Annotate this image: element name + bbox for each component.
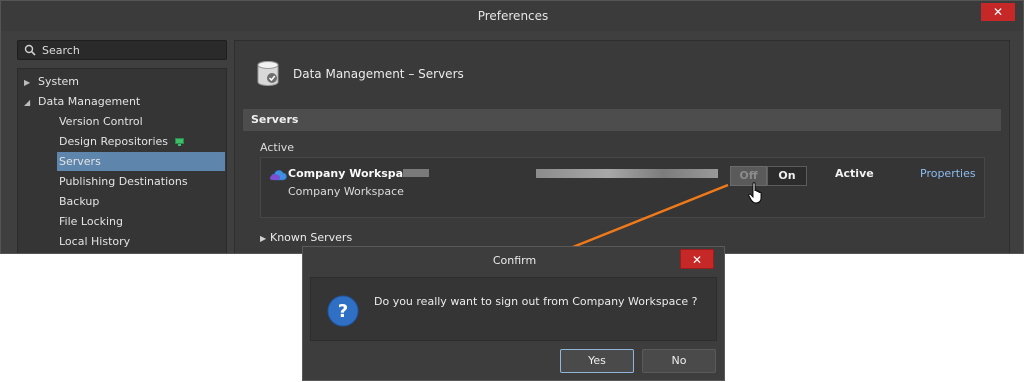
- collapse-arrow-icon[interactable]: ◢: [24, 93, 38, 112]
- sign-in-toggle-on[interactable]: On: [767, 166, 807, 186]
- tree-item-label: File Locking: [59, 215, 123, 228]
- preferences-window: Preferences ✕ Search ▶ System ◢ Data Manag…: [0, 0, 1024, 254]
- tree-item-backup[interactable]: Backup: [59, 192, 99, 211]
- expand-arrow-icon[interactable]: ▶: [24, 73, 38, 92]
- tree-item-label: Servers: [59, 155, 101, 168]
- dialog-message: Do you really want to sign out from Comp…: [374, 295, 698, 308]
- server-name: Company Workspace: [288, 167, 418, 180]
- tree-item-file-locking[interactable]: File Locking: [59, 212, 123, 231]
- settings-content-panel: Data Management – Servers Servers Active…: [234, 40, 1010, 253]
- known-servers-toggle[interactable]: ▶ Known Servers: [260, 231, 352, 244]
- tree-item-label: Local History: [59, 235, 131, 248]
- dialog-close-button[interactable]: ✕: [680, 249, 714, 269]
- window-close-button[interactable]: ✕: [981, 3, 1015, 21]
- server-entry: Company Workspace Company Workspace Off …: [260, 157, 985, 218]
- page-title: Data Management – Servers: [293, 67, 464, 81]
- tree-item-label: Version Control: [59, 115, 143, 128]
- window-titlebar: Preferences: [1, 1, 1023, 31]
- search-input[interactable]: Search: [17, 40, 227, 60]
- close-icon: ✕: [992, 5, 1004, 19]
- preferences-tree: ▶ System ◢ Data Management Version Control…: [17, 68, 227, 253]
- dialog-title: Confirm: [492, 254, 537, 267]
- tree-item-system[interactable]: ▶ System: [24, 72, 79, 91]
- window-title: Preferences: [477, 9, 549, 23]
- close-icon: ✕: [691, 253, 703, 267]
- server-status: Active: [835, 167, 874, 180]
- confirm-dialog: Confirm ✕ ? Do you really want to sign o…: [302, 246, 725, 381]
- repository-status-icon: [174, 138, 184, 146]
- redacted-server-detail: [403, 169, 429, 177]
- yes-button[interactable]: Yes: [560, 349, 634, 373]
- tree-item-label: Backup: [59, 195, 100, 208]
- tree-item-data-management[interactable]: ◢ Data Management: [24, 92, 140, 111]
- database-servers-icon: [257, 61, 279, 86]
- expand-arrow-icon: ▶: [260, 234, 267, 243]
- question-icon: ?: [327, 295, 359, 327]
- tree-item-version-control[interactable]: Version Control: [59, 112, 143, 131]
- server-subtitle: Company Workspace: [288, 185, 404, 198]
- tree-item-design-repositories[interactable]: Design Repositories: [59, 132, 184, 151]
- question-glyph: ?: [338, 301, 348, 322]
- redacted-server-url: [536, 169, 718, 178]
- tree-item-servers[interactable]: Servers: [57, 152, 225, 171]
- search-placeholder: Search: [42, 44, 80, 57]
- active-servers-label: Active: [260, 141, 295, 154]
- hand-cursor-icon: [748, 182, 762, 204]
- tree-item-label: Data Management: [38, 95, 141, 108]
- tree-item-label: System: [38, 75, 80, 88]
- tree-item-local-history[interactable]: Local History: [59, 232, 130, 251]
- cloud-icon: [270, 170, 287, 181]
- no-button[interactable]: No: [642, 349, 716, 373]
- known-servers-label: Known Servers: [270, 231, 353, 244]
- dialog-body: ? Do you really want to sign out from Co…: [310, 277, 717, 341]
- tree-item-publishing-destinations[interactable]: Publishing Destinations: [59, 172, 188, 191]
- search-icon: [24, 44, 36, 56]
- section-header-servers: Servers: [243, 109, 1001, 131]
- tree-item-label: Publishing Destinations: [59, 175, 188, 188]
- tree-item-label: Design Repositories: [59, 135, 169, 148]
- properties-link[interactable]: Properties: [920, 167, 976, 180]
